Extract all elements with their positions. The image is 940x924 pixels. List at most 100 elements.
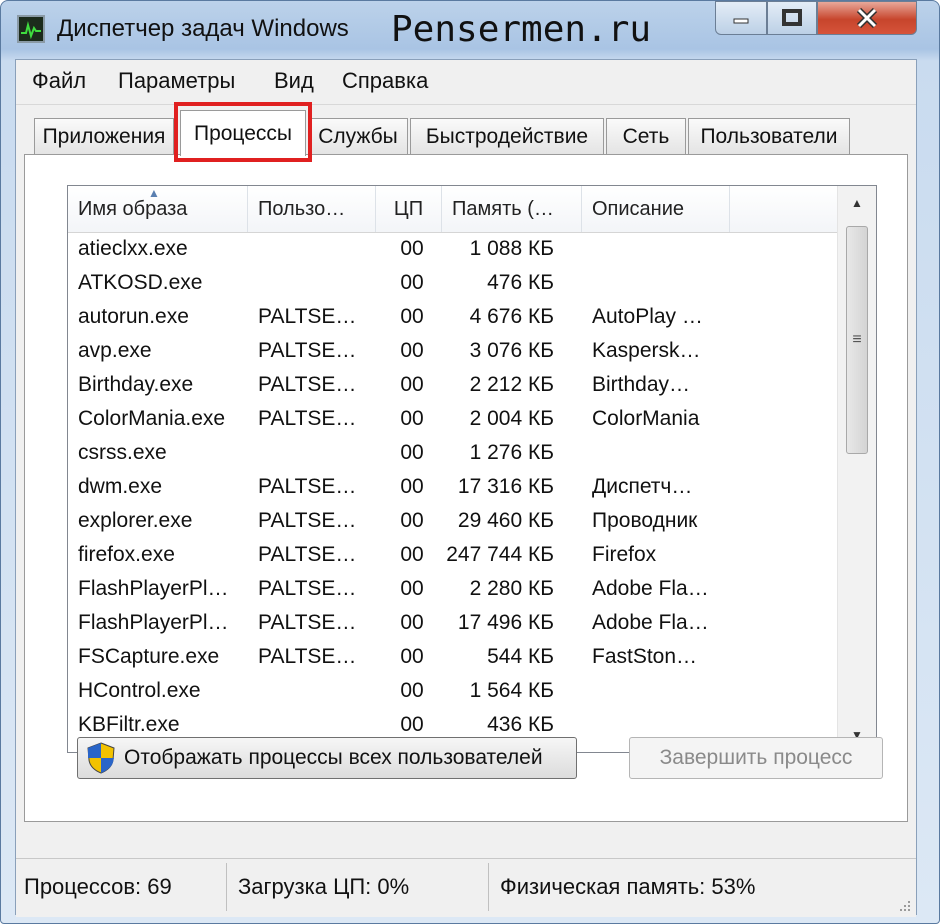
process-cpu: 00 bbox=[400, 441, 424, 464]
title-bar[interactable]: Диспетчер задач Windows Pensermen.ru bbox=[1, 1, 939, 59]
process-memory: 17 316 КБ bbox=[457, 475, 554, 498]
task-manager-icon bbox=[17, 15, 45, 43]
status-separator bbox=[488, 863, 489, 911]
show-all-processes-button[interactable]: Отображать процессы всех пользователей bbox=[77, 737, 577, 779]
process-description: Adobe Fla… bbox=[592, 577, 709, 600]
table-row[interactable]: autorun.exe PALTSE… 00 4 676 КБ AutoPlay … bbox=[68, 300, 838, 334]
process-description bbox=[592, 674, 732, 708]
task-manager-window: Диспетчер задач Windows Pensermen.ru Фай… bbox=[0, 0, 940, 924]
process-user bbox=[258, 674, 378, 708]
tab-users[interactable]: Пользователи bbox=[688, 118, 850, 154]
resize-grip-icon[interactable] bbox=[896, 897, 912, 913]
status-separator bbox=[226, 863, 227, 911]
process-memory: 2 212 КБ bbox=[469, 373, 554, 396]
scrollbar-thumb[interactable]: ≡ bbox=[846, 226, 868, 454]
process-memory: 17 496 КБ bbox=[457, 611, 554, 634]
process-description bbox=[592, 232, 732, 266]
tab-performance[interactable]: Быстродействие bbox=[410, 118, 604, 154]
scroll-up-icon[interactable]: ▲ bbox=[838, 186, 876, 220]
tab-services[interactable]: Службы bbox=[308, 118, 408, 154]
process-user bbox=[258, 436, 378, 470]
process-user bbox=[258, 266, 378, 300]
table-row[interactable]: FlashPlayerPl… PALTSE… 00 2 280 КБ Adobe Fla… bbox=[68, 572, 838, 606]
list-header: ▲ Имя образа Пользо… ЦП Память (… Описан… bbox=[68, 186, 838, 233]
process-cpu: 00 bbox=[400, 543, 424, 566]
maximize-button[interactable] bbox=[767, 1, 817, 35]
process-user bbox=[258, 232, 378, 266]
process-user: PALTSE… bbox=[258, 373, 357, 396]
table-row[interactable]: avp.exe PALTSE… 00 3 076 КБ Kaspersk… bbox=[68, 334, 838, 368]
table-row[interactable]: csrss.exe 00 1 276 КБ bbox=[68, 436, 838, 470]
table-row[interactable]: FSCapture.exe PALTSE… 00 544 КБ FastSton… bbox=[68, 640, 838, 674]
table-row[interactable]: HControl.exe 00 1 564 КБ bbox=[68, 674, 838, 708]
process-cpu: 00 bbox=[400, 679, 424, 702]
maximize-icon bbox=[782, 9, 802, 26]
process-user: PALTSE… bbox=[258, 407, 357, 430]
menu-file[interactable]: Файл bbox=[32, 68, 86, 94]
table-row[interactable]: explorer.exe PALTSE… 00 29 460 КБ Проводник bbox=[68, 504, 838, 538]
process-description: FastSton… bbox=[592, 645, 698, 668]
column-user[interactable]: Пользо… bbox=[248, 186, 376, 232]
menu-options[interactable]: Параметры bbox=[118, 68, 235, 94]
process-user: PALTSE… bbox=[258, 339, 357, 362]
process-cpu: 00 bbox=[400, 373, 424, 396]
process-cpu: 00 bbox=[400, 237, 424, 260]
menu-view[interactable]: Вид bbox=[274, 68, 314, 94]
table-row[interactable]: dwm.exe PALTSE… 00 17 316 КБ Диспетч… bbox=[68, 470, 838, 504]
process-memory: 4 676 КБ bbox=[469, 305, 554, 328]
tab-strip: Приложения Процессы Службы Быстродействи… bbox=[16, 104, 916, 156]
process-cpu: 00 bbox=[400, 509, 424, 532]
table-row[interactable]: firefox.exe PALTSE… 00 247 744 КБ Firefox bbox=[68, 538, 838, 572]
process-memory: 476 КБ bbox=[487, 271, 554, 294]
process-name: dwm.exe bbox=[78, 475, 163, 498]
process-description: Kaspersk… bbox=[592, 339, 701, 362]
table-row[interactable]: Birthday.exe PALTSE… 00 2 212 КБ Birthday… bbox=[68, 368, 838, 402]
process-user: PALTSE… bbox=[258, 611, 357, 634]
column-cpu[interactable]: ЦП bbox=[376, 186, 442, 232]
process-name: FSCapture.exe bbox=[78, 645, 220, 668]
menu-help[interactable]: Справка bbox=[342, 68, 428, 94]
process-cpu: 00 bbox=[400, 407, 424, 430]
process-name: explorer.exe bbox=[78, 509, 193, 532]
minimize-button[interactable] bbox=[715, 1, 767, 35]
grip-icon: ≡ bbox=[852, 331, 862, 348]
column-image-name[interactable]: ▲ Имя образа bbox=[68, 186, 248, 232]
uac-shield-icon bbox=[87, 742, 115, 774]
process-memory: 544 КБ bbox=[487, 645, 554, 668]
column-memory[interactable]: Память (… bbox=[442, 186, 582, 232]
process-rows: atieclxx.exe 00 1 088 КБ ATKOSD.exe 00 476 КБ… bbox=[68, 232, 838, 742]
tab-highlight-frame bbox=[174, 102, 312, 162]
vertical-scrollbar[interactable]: ▲ ≡ ▼ bbox=[837, 186, 876, 752]
table-row[interactable]: atieclxx.exe 00 1 088 КБ bbox=[68, 232, 838, 266]
table-row[interactable]: FlashPlayerPl… PALTSE… 00 17 496 КБ Adobe Fl… bbox=[68, 606, 838, 640]
process-memory: 3 076 КБ bbox=[469, 339, 554, 362]
process-description: Проводник bbox=[592, 509, 698, 532]
process-memory: 1 276 КБ bbox=[469, 441, 554, 464]
tab-networking[interactable]: Сеть bbox=[606, 118, 686, 154]
table-row[interactable]: ATKOSD.exe 00 476 КБ bbox=[68, 266, 838, 300]
process-description: Adobe Fla… bbox=[592, 611, 709, 634]
process-user: PALTSE… bbox=[258, 645, 357, 668]
process-user: PALTSE… bbox=[258, 509, 357, 532]
process-name: firefox.exe bbox=[78, 543, 175, 566]
tab-applications[interactable]: Приложения bbox=[34, 118, 174, 154]
column-image-name-label: Имя образа bbox=[78, 197, 188, 220]
status-memory: Физическая память: 53% bbox=[500, 874, 756, 899]
process-name: atieclxx.exe bbox=[78, 237, 188, 260]
process-memory: 1 564 КБ bbox=[469, 679, 554, 702]
process-cpu: 00 bbox=[400, 305, 424, 328]
process-cpu: 00 bbox=[400, 339, 424, 362]
process-memory: 1 088 КБ bbox=[469, 237, 554, 260]
process-name: HControl.exe bbox=[78, 679, 201, 702]
process-cpu: 00 bbox=[400, 645, 424, 668]
column-description[interactable]: Описание bbox=[582, 186, 730, 232]
minimize-icon bbox=[733, 18, 749, 24]
sort-up-icon: ▲ bbox=[148, 186, 160, 200]
table-row[interactable]: ColorMania.exe PALTSE… 00 2 004 КБ ColorMani… bbox=[68, 402, 838, 436]
process-name: ATKOSD.exe bbox=[78, 271, 203, 294]
process-list[interactable]: ▲ Имя образа Пользо… ЦП Память (… Описан… bbox=[67, 185, 877, 753]
close-button[interactable] bbox=[817, 1, 917, 35]
end-process-button[interactable]: Завершить процесс bbox=[629, 737, 883, 779]
menu-bar: Файл Параметры Вид Справка bbox=[16, 60, 916, 105]
process-name: FlashPlayerPl… bbox=[78, 611, 229, 634]
